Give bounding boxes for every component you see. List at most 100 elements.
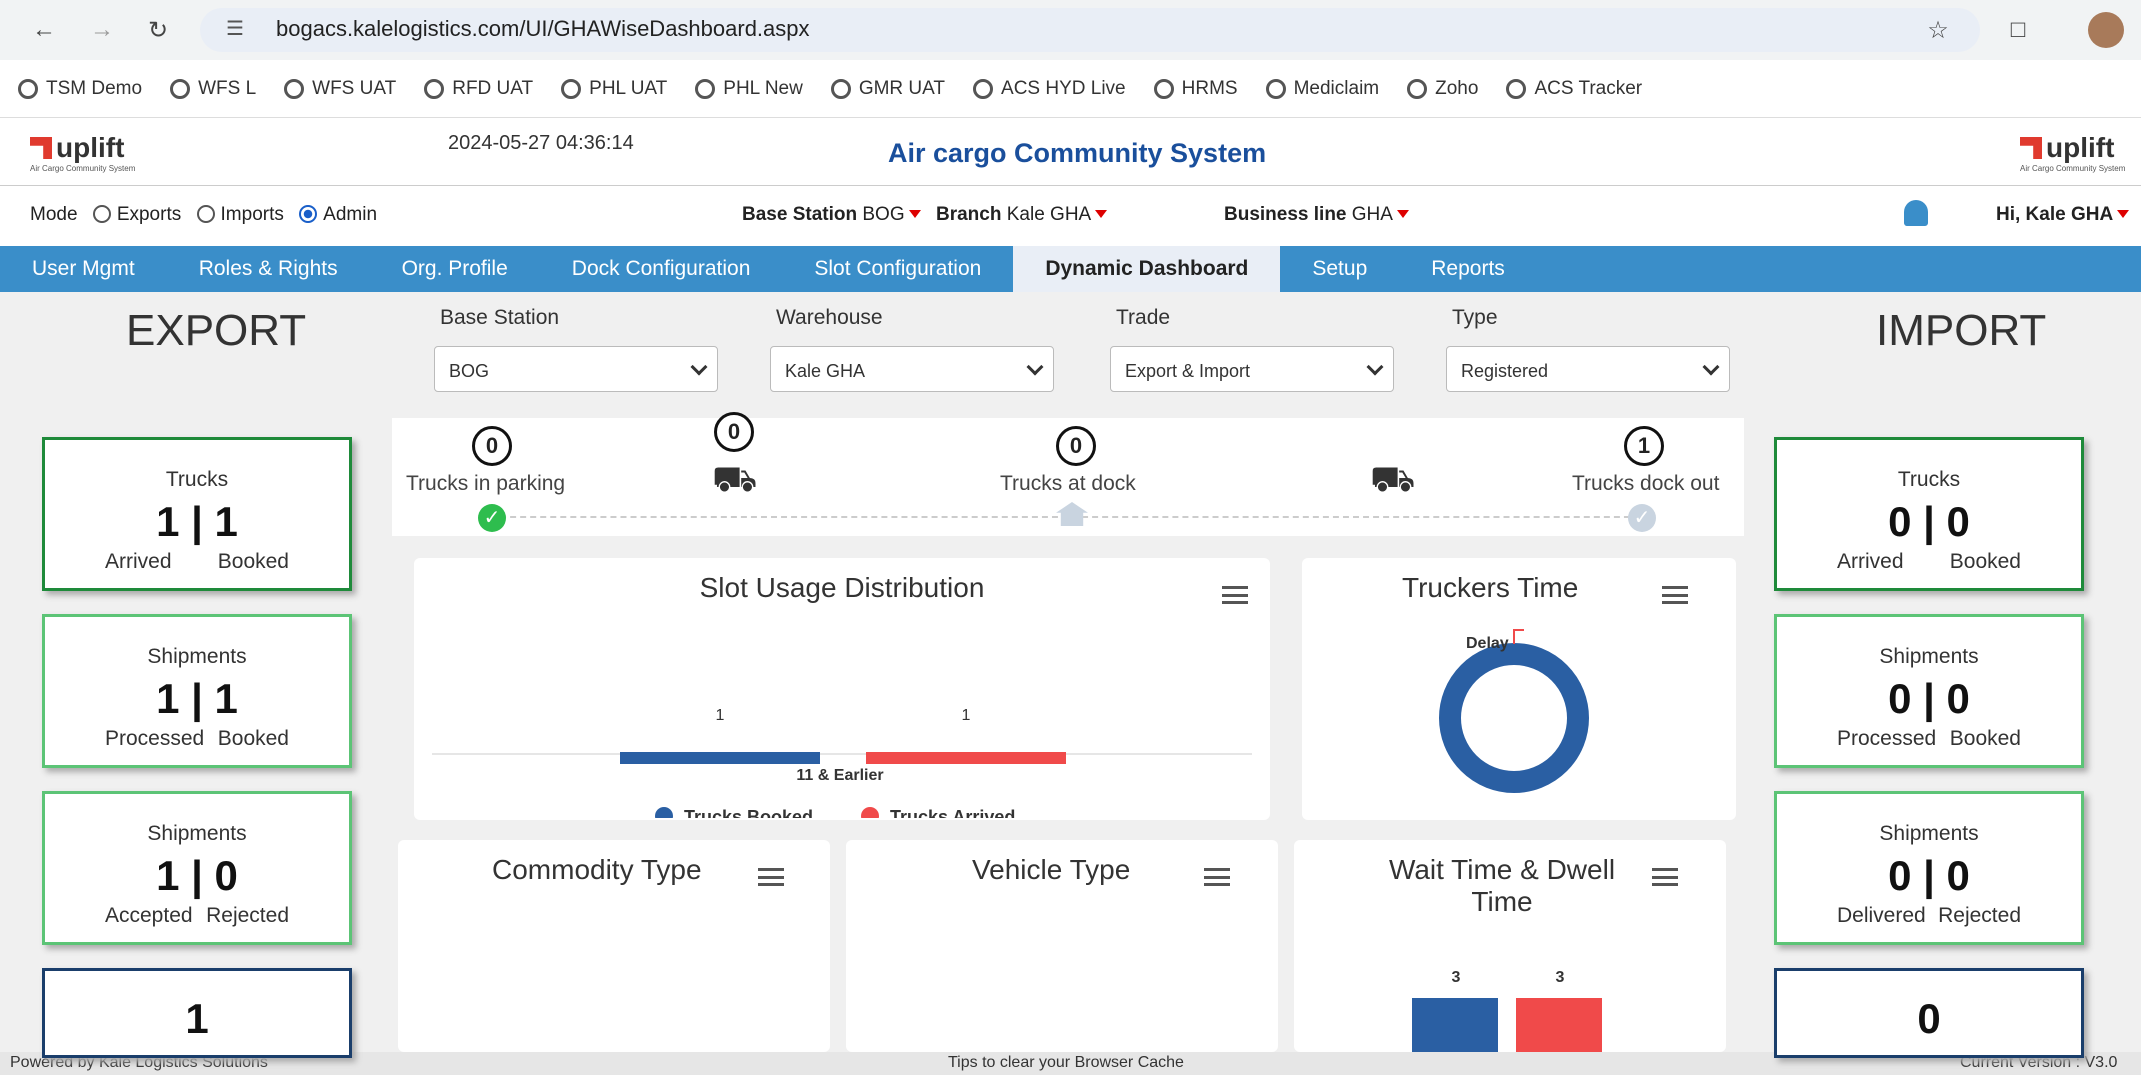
browser-toolbar: ← → ↻ ☰ bogacs.kalelogistics.com/UI/GHAW… [0, 0, 2141, 60]
chevron-down-icon [1702, 358, 1720, 376]
menu-item-setup[interactable]: Setup [1280, 246, 1399, 292]
vehicle-type-title: Vehicle Type [972, 854, 1131, 885]
card-label-left: Arrived [1837, 550, 1904, 573]
bookmark-item[interactable]: ACS HYD Live [973, 78, 1126, 100]
bookmark-globe-icon [973, 78, 994, 99]
bookmark-item[interactable]: Zoho [1407, 78, 1478, 100]
site-info-icon[interactable]: ☰ [226, 16, 244, 41]
x-tick-label: 11 & Earlier [796, 767, 883, 784]
extensions-icon[interactable]: □ [2000, 12, 2036, 48]
bookmark-item[interactable]: ACS Tracker [1506, 78, 1642, 100]
truck-icon: ⛟ [1370, 458, 1416, 499]
bar-dwell [1516, 998, 1602, 1052]
card-value: 1 | 0 [156, 852, 238, 899]
menu-item-slot-configuration[interactable]: Slot Configuration [782, 246, 1013, 292]
card-label-left: Accepted [105, 904, 193, 927]
bookmark-globe-icon [695, 78, 716, 99]
bookmark-globe-icon [18, 78, 38, 99]
wait-time-chart: 3 3 [1412, 969, 1602, 1052]
card-label-right: Booked [217, 727, 289, 750]
card-title: Trucks [165, 468, 229, 491]
bell-icon[interactable] [1904, 200, 1928, 226]
menu-icon[interactable] [1652, 868, 1678, 886]
branch-select[interactable]: Branch Kale GHA [936, 204, 1108, 226]
card-label-left: Processed [1837, 727, 1937, 750]
user-menu[interactable]: Hi, Kale GHA [1996, 204, 2130, 226]
legend-dot-arrived [861, 807, 879, 818]
chevron-down-icon [1026, 358, 1044, 376]
menu-item-roles-rights[interactable]: Roles & Rights [167, 246, 370, 292]
radio-admin[interactable] [299, 205, 318, 223]
card-label-left: Processed [105, 727, 205, 750]
bookmark-item[interactable]: HRMS [1153, 78, 1238, 100]
chevron-down-icon [690, 358, 708, 376]
app-header: uplift Air Cargo Community System 2024-0… [0, 120, 2141, 186]
filter-label-type: Type [1452, 306, 1498, 329]
bookmark-globe-icon [561, 78, 582, 99]
bookmark-item[interactable]: TSM Demo [18, 78, 142, 100]
legend-dot-booked [655, 807, 673, 818]
radio-imports[interactable] [196, 205, 215, 223]
card-label-left: Delivered [1837, 904, 1926, 927]
commodity-type-title: Commodity Type [492, 854, 702, 885]
url-text[interactable]: bogacs.kalelogistics.com/UI/GHAWiseDashb… [276, 16, 810, 42]
type-dropdown[interactable]: Registered [1446, 346, 1730, 392]
import-stat-card[interactable]: Trucks 0 | 0 Arrived Booked [1774, 437, 2084, 591]
bookmark-globe-icon [1153, 78, 1174, 99]
bookmark-item[interactable]: PHL New [695, 78, 803, 100]
menu-icon[interactable] [1662, 586, 1688, 604]
main-menu: User Mgmt Roles & Rights Org. Profile Dock … [0, 246, 2141, 292]
caret-down-icon [1396, 210, 1409, 218]
back-icon[interactable]: ← [26, 12, 62, 48]
legend-booked: Trucks Booked [684, 807, 813, 818]
card-value: 0 | 0 [1888, 852, 1970, 899]
bookmark-item[interactable]: Mediclaim [1265, 78, 1379, 100]
export-stat-card[interactable]: Shipments 1 | 1 Processed Booked [42, 614, 352, 768]
menu-item-reports[interactable]: Reports [1399, 246, 1537, 292]
import-title: IMPORT [1876, 306, 2047, 355]
bookmark-item[interactable]: PHL UAT [561, 78, 667, 100]
radio-exports[interactable] [92, 205, 111, 223]
import-stat-card[interactable]: 0 [1774, 968, 2084, 1058]
bookmark-item[interactable]: WFS L [170, 78, 256, 100]
card-title: Trucks [1897, 468, 1961, 491]
menu-icon[interactable] [758, 868, 784, 886]
forward-icon[interactable]: → [84, 12, 120, 48]
menu-icon[interactable] [1204, 868, 1230, 886]
export-stat-card[interactable]: Shipments 1 | 0 Accepted Rejected [42, 791, 352, 945]
business-line-select[interactable]: Business line GHA [1224, 204, 1409, 226]
truckers-time-chart: Delay [1439, 629, 1589, 793]
filter-label-base-station: Base Station [440, 306, 560, 329]
export-stat-card[interactable]: Trucks 1 | 1 Arrived Booked [42, 437, 352, 591]
logo-mark-icon [2020, 137, 2042, 159]
trade-dropdown[interactable]: Export & Import [1110, 346, 1394, 392]
bookmark-item[interactable]: WFS UAT [284, 78, 396, 100]
bookmark-item[interactable]: RFD UAT [424, 78, 533, 100]
import-stat-card[interactable]: Shipments 0 | 0 Processed Booked [1774, 614, 2084, 768]
base-station-select[interactable]: Base Station BOG [742, 204, 921, 226]
warehouse-dropdown[interactable]: Kale GHA [770, 346, 1054, 392]
mode-selector: Mode Exports Imports Admin [30, 204, 378, 225]
bookmark-star-icon[interactable]: ☆ [1920, 12, 1956, 48]
menu-item-org-profile[interactable]: Org. Profile [370, 246, 540, 292]
import-stat-card[interactable]: Shipments 0 | 0 Delivered Rejected [1774, 791, 2084, 945]
menu-item-user-mgmt[interactable]: User Mgmt [0, 246, 167, 292]
card-label-right: Rejected [206, 904, 289, 927]
reload-icon[interactable]: ↻ [140, 12, 176, 48]
bar-label-arrived: 1 [962, 707, 971, 724]
caret-down-icon [908, 210, 921, 218]
menu-icon[interactable] [1222, 586, 1248, 604]
logo-left: uplift Air Cargo Community System [30, 132, 136, 173]
export-stat-card[interactable]: 1 [42, 968, 352, 1058]
bookmark-item[interactable]: GMR UAT [830, 78, 945, 100]
menu-item-dock-configuration[interactable]: Dock Configuration [540, 246, 783, 292]
base-station-dropdown[interactable]: BOG [434, 346, 718, 392]
filter-label-warehouse: Warehouse [776, 306, 883, 329]
card-value: 1 | 1 [156, 498, 238, 545]
bookmark-globe-icon [284, 78, 305, 99]
bookmark-globe-icon [1506, 78, 1527, 99]
bookmark-globe-icon [424, 78, 445, 99]
footer-cache-tips-link[interactable]: Tips to clear your Browser Cache [948, 1054, 1184, 1072]
menu-item-dynamic-dashboard[interactable]: Dynamic Dashboard [1013, 246, 1281, 292]
profile-avatar[interactable] [2088, 12, 2124, 48]
